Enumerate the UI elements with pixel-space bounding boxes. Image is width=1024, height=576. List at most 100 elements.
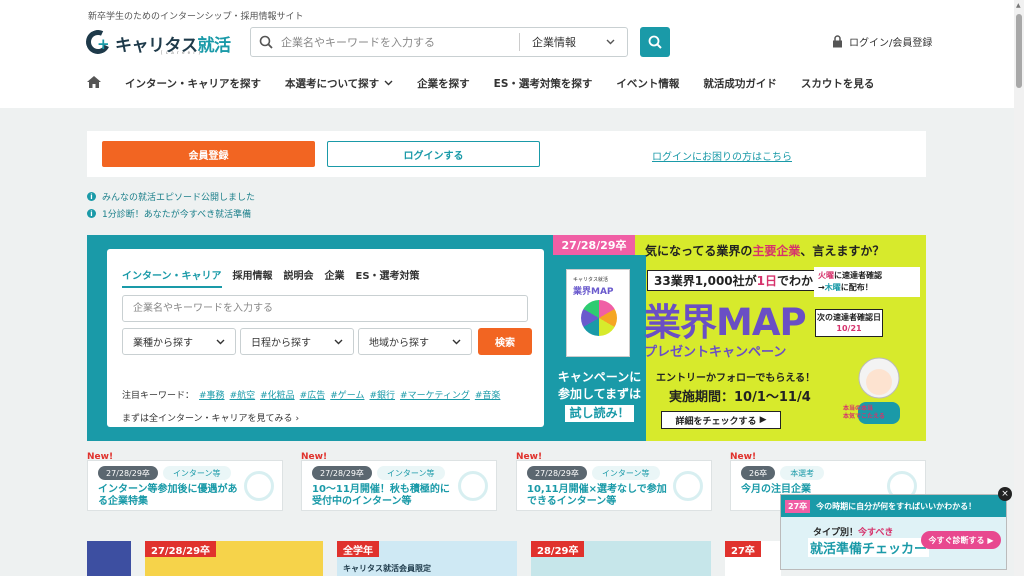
- search-icon: [648, 35, 662, 49]
- search-icon: [251, 35, 281, 49]
- member-only-label: キャリタス就活会員限定: [343, 564, 431, 573]
- search-decor-icon: [244, 471, 274, 501]
- year-chip: 27/28/29卒: [527, 466, 587, 480]
- keyword-link[interactable]: #航空: [230, 388, 256, 401]
- login-help-link[interactable]: ログインにお困りの方はこちら: [652, 148, 792, 163]
- calendar-decor-icon: [673, 471, 703, 501]
- keywords-label: 注目キーワード：: [122, 391, 195, 401]
- header-search-input[interactable]: [281, 35, 517, 49]
- info-icon: i: [87, 209, 96, 218]
- notice-list: i みんなの就活エピソード公開しました i 1分診断！あなたが今すべき就活準備: [87, 188, 255, 222]
- year-chip: 26卒: [741, 466, 776, 480]
- article-thumbnail[interactable]: 27卒: [725, 541, 781, 576]
- industry-ring-icon: [581, 300, 617, 336]
- industry-map-banner[interactable]: 27/28/29卒 キャリタス就活 業界MAP キャンペーンに 参加してまずは …: [553, 235, 926, 441]
- notice-item[interactable]: i みんなの就活エピソード公開しました: [87, 188, 255, 205]
- nav-item-selection[interactable]: 本選考について探す: [285, 76, 393, 91]
- featured-keywords: 注目キーワード： #事務 #航空 #化粧品 #広告 #ゲーム #銀行 #マーケテ…: [122, 388, 500, 401]
- nav-item-companies[interactable]: 企業を探す: [417, 76, 470, 91]
- card-title: 10,11月開催×選考なしで参加できるインターン等: [527, 484, 667, 507]
- chevron-down-icon: [452, 339, 461, 344]
- type-chip: インターン等: [162, 466, 231, 480]
- keyword-link[interactable]: #ゲーム: [330, 388, 364, 401]
- type-chip: インターン等: [376, 466, 445, 480]
- site-header: 新卒学生のためのインターンシップ・採用情報サイト + キャリタス就活 [ c a…: [0, 0, 1014, 108]
- region-select[interactable]: 地域から探す: [358, 328, 472, 355]
- keyword-link[interactable]: #銀行: [369, 388, 395, 401]
- tab-seminar[interactable]: 説明会: [284, 267, 314, 288]
- article-thumbnail[interactable]: [87, 541, 131, 576]
- chevron-down-icon: [384, 80, 393, 86]
- banner-entry: エントリーかフォローでもらえる！: [656, 373, 816, 384]
- chevron-right-icon: ›: [295, 414, 300, 424]
- filter-row: 業種から探す 日程から探す 地域から探す 検索: [122, 328, 532, 355]
- year-label: 27卒: [725, 541, 761, 557]
- nav-item-scout[interactable]: スカウトを見る: [801, 76, 875, 91]
- book-cover-image: キャリタス就活 業界MAP: [566, 269, 630, 357]
- tab-company[interactable]: 企業: [325, 267, 345, 288]
- banner-next-date: 次の速達者確認日 10/21: [815, 309, 883, 337]
- new-badge: New!: [87, 452, 114, 462]
- banner-detail-button[interactable]: 詳細をチェックする ▶: [661, 411, 781, 429]
- date-select[interactable]: 日程から探す: [240, 328, 354, 355]
- popup-year-tag: 27卒: [785, 499, 811, 513]
- banner-campaign: プレゼントキャンペーン: [644, 345, 787, 360]
- tab-es[interactable]: ES・選考対策: [356, 267, 420, 288]
- chevron-down-icon: [216, 339, 225, 344]
- nav-item-intern[interactable]: インターン・キャリアを探す: [125, 76, 261, 91]
- popup-ad-bar: 27卒 今の時期に自分が何をすればいいかわかる！: [781, 495, 1006, 517]
- site-tagline: 新卒学生のためのインターンシップ・採用情報サイト: [88, 12, 304, 22]
- nav-item-es[interactable]: ES・選考対策を探す: [494, 76, 593, 91]
- nav-item-guide[interactable]: 就活成功ガイド: [703, 76, 777, 91]
- site-logo[interactable]: + キャリタス就活: [82, 26, 231, 58]
- search-category-value: 企業情報: [532, 36, 576, 49]
- login-link-label: ログイン/会員登録: [849, 38, 933, 49]
- logo-subtext: [ c a r e e r ]: [161, 50, 201, 55]
- banner-period: 実施期間：10/1～11/4: [669, 390, 811, 405]
- keyword-link[interactable]: #マーケティング: [400, 388, 470, 401]
- feature-card[interactable]: New! 27/28/29卒 インターン等 10～11月開催！秋も積極的に受付中の…: [301, 452, 497, 511]
- keyword-link[interactable]: #音楽: [475, 388, 501, 401]
- new-badge: New!: [730, 452, 757, 462]
- tab-recruitment[interactable]: 採用情報: [233, 267, 273, 288]
- popup-close-icon[interactable]: ×: [998, 487, 1012, 501]
- home-icon[interactable]: [86, 75, 104, 92]
- scroll-up-arrow-icon[interactable]: ▲: [1016, 2, 1021, 9]
- nav-item-events[interactable]: イベント情報: [616, 76, 679, 91]
- card-title: インターン等参加後に優遇がある企業特集: [98, 484, 238, 507]
- industry-select[interactable]: 業種から探す: [122, 328, 236, 355]
- banner-map-title: 業界MAP: [644, 301, 807, 344]
- feature-card[interactable]: New! 27/28/29卒 インターン等 10,11月開催×選考なしで参加できる…: [516, 452, 712, 511]
- year-chip: 27/28/29卒: [312, 466, 372, 480]
- banner-caption: 本当の本当 本気でこたえる: [843, 405, 885, 420]
- register-button[interactable]: 会員登録: [102, 141, 315, 167]
- popup-line1: タイプ別！今すべき: [813, 528, 894, 538]
- banner-side-text: キャンペーンに 参加してまずは 試し読み！: [557, 370, 642, 422]
- notice-item[interactable]: i 1分診断！あなたが今すべき就活準備: [87, 205, 255, 222]
- scrollbar-thumb[interactable]: [1016, 14, 1022, 88]
- keyword-link[interactable]: #事務: [199, 388, 225, 401]
- see-all-link[interactable]: まずは全インターン・キャリアを見てみる ›: [122, 411, 299, 424]
- header-search-button[interactable]: [640, 27, 670, 57]
- article-thumbnail[interactable]: 28/29卒: [531, 541, 711, 576]
- tab-intern-career[interactable]: インターン・キャリア: [122, 267, 222, 288]
- hero-search-button[interactable]: 検索: [478, 328, 532, 355]
- keyword-link[interactable]: #広告: [300, 388, 326, 401]
- search-category-select[interactable]: 企業情報: [520, 34, 625, 50]
- article-thumbnail[interactable]: 全学年 キャリタス就活会員限定: [337, 541, 517, 576]
- page-scrollbar[interactable]: ▲: [1014, 0, 1024, 576]
- feature-card[interactable]: New! 27/28/29卒 インターン等 インターン等参加後に優遇がある企業特集: [87, 452, 283, 511]
- new-badge: New!: [301, 452, 328, 462]
- hero-keyword-input[interactable]: [122, 295, 528, 322]
- hero-search-card: インターン・キャリア 採用情報 説明会 企業 ES・選考対策 業種から探す 日程…: [107, 249, 544, 427]
- type-chip: インターン等: [591, 466, 660, 480]
- keyword-link[interactable]: #化粧品: [260, 388, 295, 401]
- popup-cta-button[interactable]: 今すぐ診断する ▶: [921, 531, 1001, 549]
- login-button[interactable]: ログインする: [327, 141, 540, 167]
- logo-mark-icon: +: [82, 26, 114, 58]
- header-search-box: 企業情報: [250, 27, 628, 57]
- header-login-link[interactable]: ログイン/会員登録: [832, 34, 932, 49]
- lock-icon: [833, 35, 842, 48]
- article-thumbnail[interactable]: 27/28/29卒: [145, 541, 323, 576]
- popup-ad[interactable]: 27卒 今の時期に自分が何をすればいいかわかる！ タイプ別！今すべき 就活準備チ…: [780, 494, 1007, 570]
